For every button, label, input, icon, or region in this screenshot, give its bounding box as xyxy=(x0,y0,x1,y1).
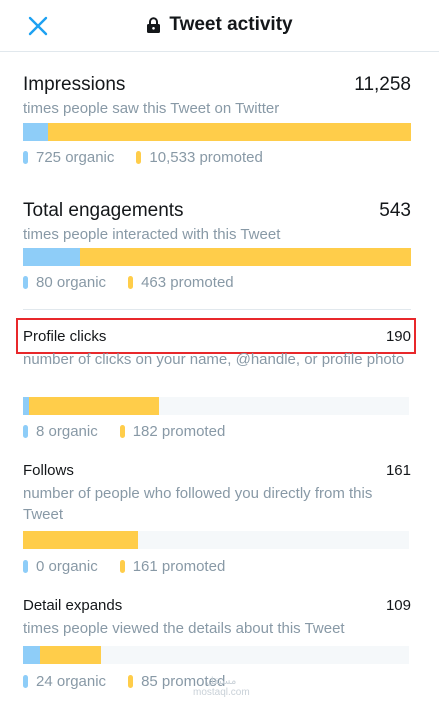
promoted-label: 10,533 promoted xyxy=(149,149,263,166)
metric-bar xyxy=(23,248,411,266)
metric-bar xyxy=(23,531,409,549)
metric-legend: 80 organic 463 promoted xyxy=(23,274,256,291)
metric-value: 11,258 xyxy=(354,74,411,95)
organic-dot-icon xyxy=(23,276,28,289)
metric-detail-expands[interactable]: Detail expands 109 times people viewed t… xyxy=(23,597,411,639)
metric-value: 109 xyxy=(385,597,411,614)
metric-legend: 8 organic 182 promoted xyxy=(23,423,247,440)
metric-value: 161 xyxy=(385,462,411,479)
page-title: Tweet activity xyxy=(146,14,293,36)
header-bar: Tweet activity xyxy=(0,0,439,52)
organic-bar xyxy=(23,646,40,664)
metric-value: 543 xyxy=(379,200,411,221)
metric-title: Profile clicks xyxy=(23,328,107,345)
promoted-label: 161 promoted xyxy=(132,558,226,575)
promoted-bar xyxy=(23,531,138,549)
metric-follows[interactable]: Follows 161 number of people who followe… xyxy=(23,462,411,525)
watermark-line2: mostaql.com xyxy=(193,687,250,698)
organic-bar xyxy=(23,248,80,266)
metric-value: 190 xyxy=(385,328,411,345)
promoted-dot-icon xyxy=(119,560,125,573)
organic-label: 0 organic xyxy=(36,558,98,575)
organic-dot-icon xyxy=(23,425,28,438)
organic-dot-icon xyxy=(23,675,28,688)
metric-bar xyxy=(23,646,409,664)
promoted-label: 463 promoted xyxy=(141,274,234,291)
metric-description: number of clicks on your name, @handle, … xyxy=(23,351,405,368)
organic-dot-icon xyxy=(23,560,28,573)
promoted-bar xyxy=(48,123,411,141)
header-title-wrap: Tweet activity xyxy=(0,14,439,38)
metric-description: number of people who followed you direct… xyxy=(23,485,373,523)
organic-label: 80 organic xyxy=(36,274,107,291)
metric-total-engagements: Total engagements 543 times people inter… xyxy=(23,200,411,245)
watermark-line1: مستقل xyxy=(206,676,237,687)
organic-dot-icon xyxy=(23,151,28,164)
lock-icon xyxy=(147,17,161,33)
metric-title: Detail expands xyxy=(23,597,123,614)
metric-description: times people viewed the details about th… xyxy=(23,620,345,637)
metric-legend: 725 organic 10,533 promoted xyxy=(23,149,285,166)
promoted-dot-icon xyxy=(128,675,134,688)
metric-description: times people interacted with this Tweet xyxy=(23,226,281,243)
promoted-bar xyxy=(80,248,411,266)
metric-description: times people saw this Tweet on Twitter xyxy=(23,100,280,117)
metric-title: Follows xyxy=(23,462,74,479)
metric-bar xyxy=(23,123,411,141)
promoted-bar xyxy=(40,646,101,664)
metric-profile-clicks[interactable]: Profile clicks 190 number of clicks on y… xyxy=(23,328,411,370)
metric-bar xyxy=(23,397,409,415)
metric-title: Impressions xyxy=(23,74,126,95)
organic-label: 8 organic xyxy=(36,423,98,440)
watermark: مستقل mostaql.com xyxy=(193,676,250,698)
page-title-text: Tweet activity xyxy=(169,14,293,35)
organic-label: 24 organic xyxy=(36,673,107,690)
organic-label: 725 organic xyxy=(36,149,115,166)
promoted-bar xyxy=(29,397,159,415)
promoted-label: 182 promoted xyxy=(132,423,226,440)
divider xyxy=(23,309,411,310)
metric-legend: 0 organic 161 promoted xyxy=(23,558,247,575)
promoted-dot-icon xyxy=(136,151,142,164)
organic-bar xyxy=(23,123,48,141)
promoted-dot-icon xyxy=(119,425,125,438)
metric-impressions: Impressions 11,258 times people saw this… xyxy=(23,74,411,119)
metric-title: Total engagements xyxy=(23,200,184,221)
promoted-dot-icon xyxy=(128,276,134,289)
